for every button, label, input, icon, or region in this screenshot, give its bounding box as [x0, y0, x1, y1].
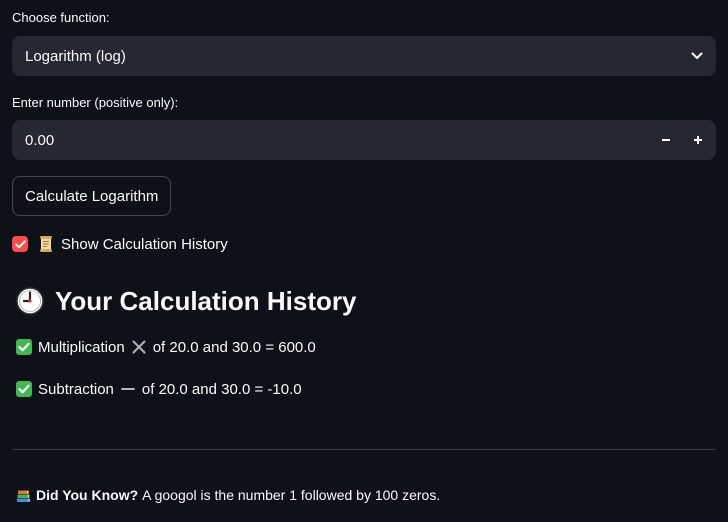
number-input-box	[12, 120, 716, 160]
history-item: Multiplication of 20.0 and 30.0 = 600.0	[16, 337, 316, 357]
calculate-button[interactable]: Calculate Logarithm	[12, 176, 172, 216]
tip-heading: Did You Know?	[36, 487, 139, 503]
did-you-know-tip: Did You Know? A googol is the number 1 f…	[16, 485, 440, 505]
show-history-checkbox[interactable]: Show Calculation History	[12, 234, 228, 254]
history-title: Your Calculation History	[55, 285, 357, 316]
divider	[12, 449, 716, 450]
tip-text: A googol is the number 1 followed by 100…	[142, 487, 441, 503]
minus-icon	[662, 139, 670, 141]
number-input-label: Enter number (positive only):	[12, 95, 179, 110]
number-input[interactable]	[12, 120, 650, 160]
increment-button[interactable]	[682, 120, 714, 160]
multiply-icon	[131, 339, 147, 355]
show-history-label: Show Calculation History	[61, 235, 228, 253]
history-heading: Your Calculation History	[16, 282, 356, 320]
function-select-value: Logarithm (log)	[25, 47, 126, 65]
chevron-down-icon	[690, 49, 704, 63]
plus-icon	[694, 136, 702, 144]
history-item-detail: of 20.0 and 30.0 = -10.0	[141, 380, 302, 398]
decrement-button[interactable]	[650, 120, 682, 160]
check-mark-icon	[16, 381, 32, 397]
books-icon	[16, 488, 31, 503]
function-select-label: Choose function:	[12, 10, 110, 25]
checkbox-checked-icon[interactable]	[12, 236, 28, 252]
history-item: Subtraction of 20.0 and 30.0 = -10.0	[16, 379, 302, 399]
history-item-operation: Subtraction	[38, 380, 114, 398]
function-select[interactable]: Logarithm (log)	[12, 36, 716, 76]
history-item-operation: Multiplication	[38, 338, 125, 356]
clock-icon	[16, 287, 44, 315]
app-main: Choose function: Logarithm (log) Enter n…	[0, 0, 728, 522]
history-item-detail: of 20.0 and 30.0 = 600.0	[152, 338, 316, 356]
minus-icon	[120, 381, 136, 397]
check-mark-icon	[16, 339, 32, 355]
scroll-icon	[38, 235, 54, 253]
